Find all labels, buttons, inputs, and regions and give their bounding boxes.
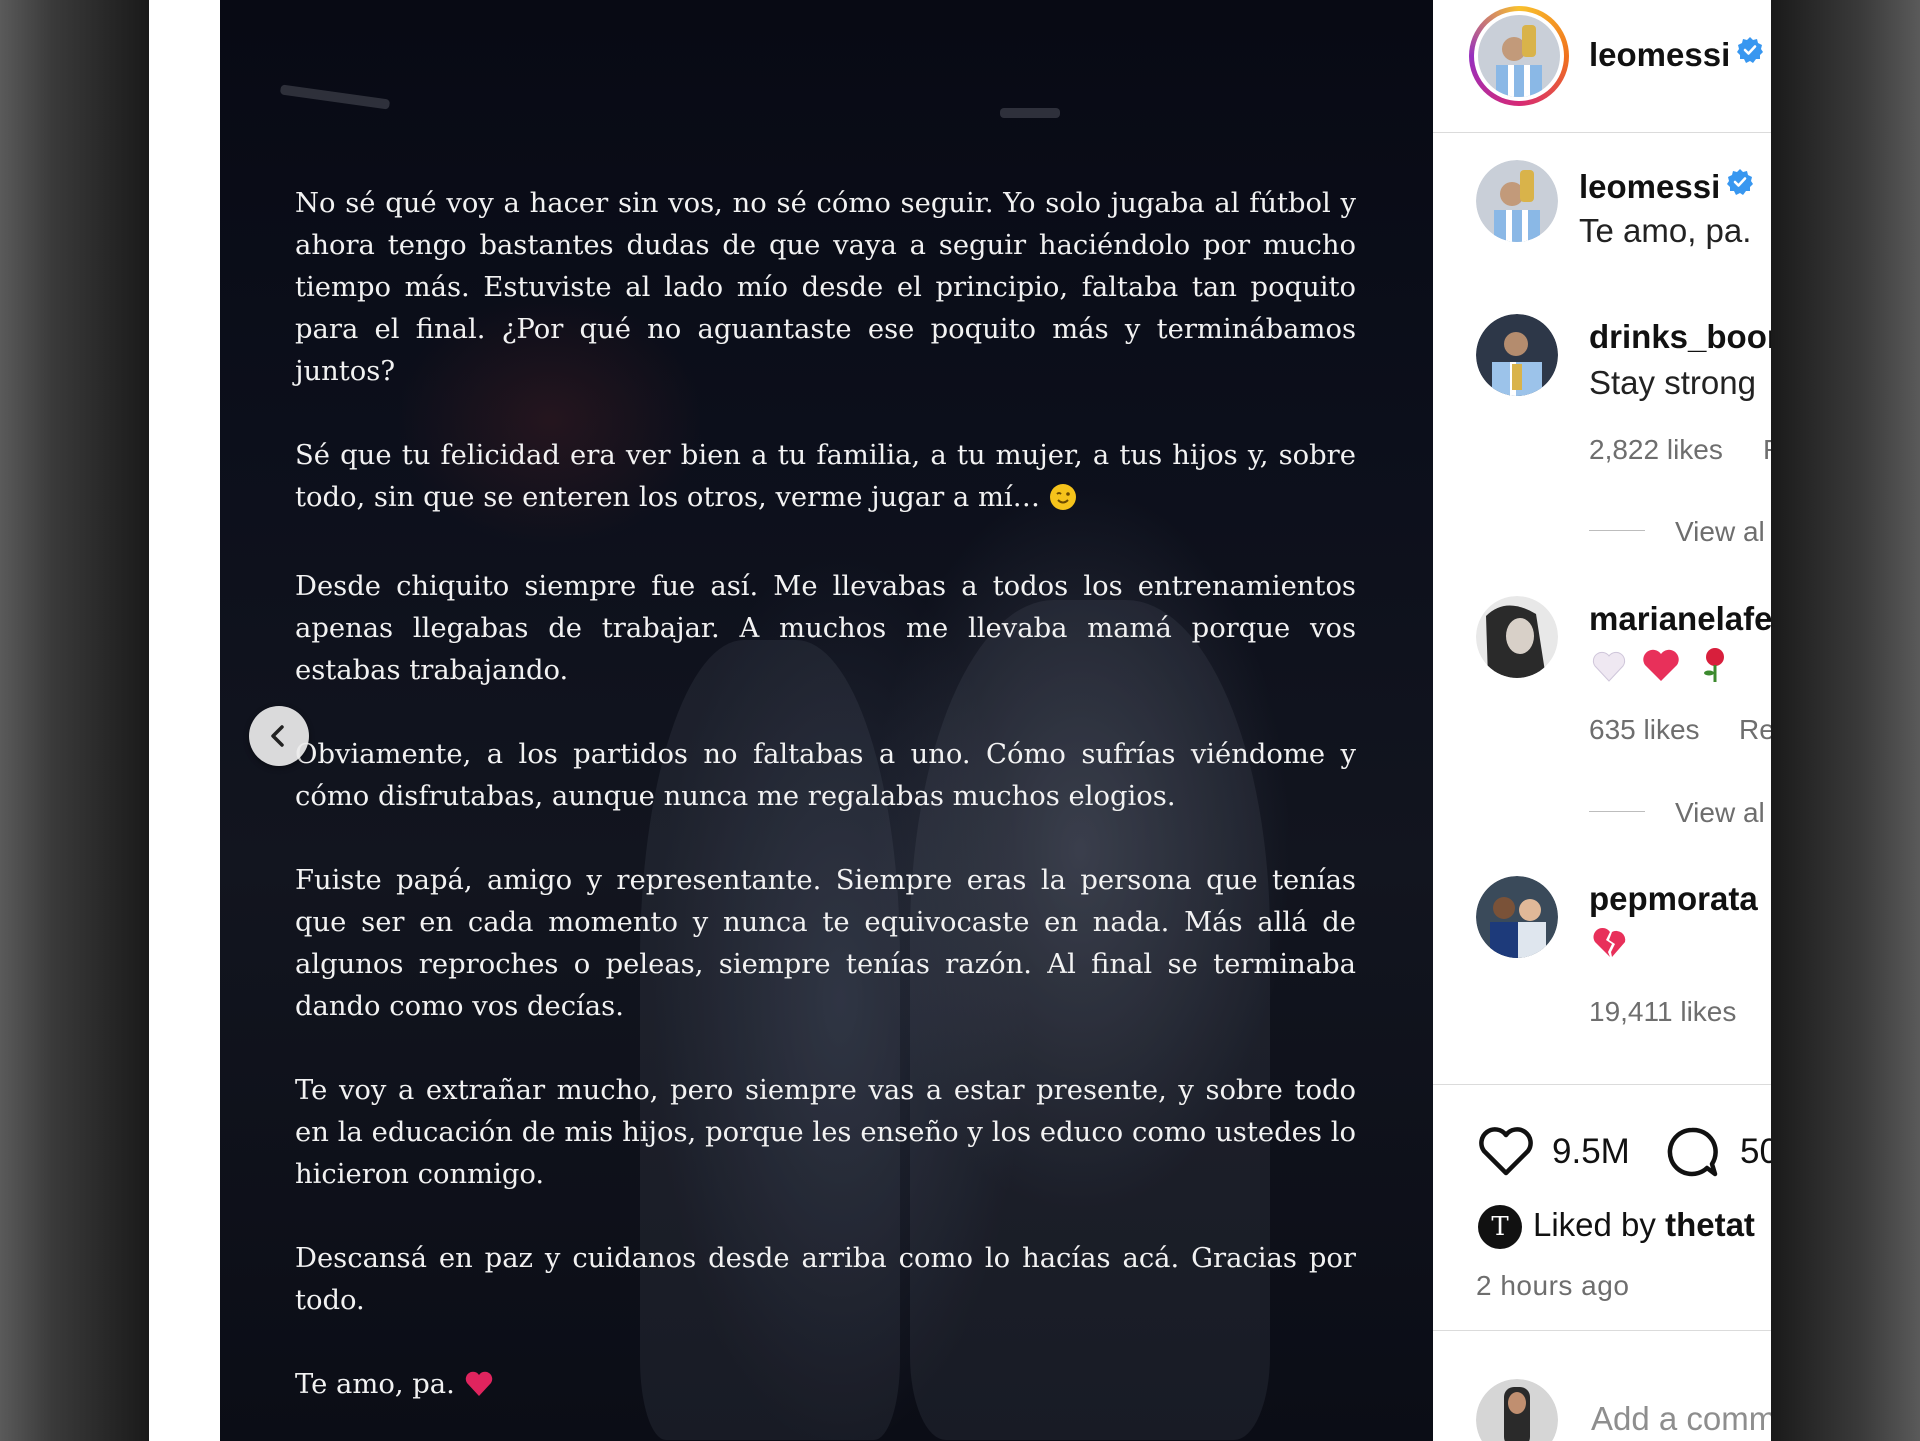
previous-slide-button[interactable] [249,706,309,766]
comment-likes[interactable]: 19,411 likes [1589,996,1736,1028]
view-replies-button[interactable]: View al [1675,797,1765,829]
left-gutter [149,0,220,1441]
comments-divider [1433,1084,1771,1085]
verified-badge-icon [1726,166,1754,204]
red-heart-icon [1643,649,1680,681]
post-paragraph-text: Te amo, pa. [295,1369,455,1400]
story-ring[interactable] [1469,6,1569,106]
liked-by-text: Liked by thetat [1533,1206,1755,1244]
post-text-overlay: No sé qué voy a hacer sin vos, no sé cóm… [295,183,1356,1411]
right-backdrop [1771,0,1920,1441]
ceiling-light [1000,108,1060,118]
post-paragraph: No sé qué voy a hacer sin vos, no sé cóm… [295,188,1356,387]
comment-username[interactable]: pepmorata [1589,880,1758,918]
comment-count[interactable]: 50 [1740,1132,1771,1172]
view-replies-button[interactable]: View al [1675,516,1765,548]
heart-emoji [464,1369,494,1411]
username-text[interactable]: leomessi [1589,36,1730,73]
username-text[interactable]: leomessi [1579,168,1720,205]
liked-by-prefix: Liked by [1533,1206,1666,1243]
comment-emojis [1591,926,1629,965]
caption-avatar[interactable] [1476,160,1558,242]
view-replies-line [1589,530,1645,531]
post-header: leomessi [1433,0,1771,133]
comment-username[interactable]: marianelafe [1589,600,1771,638]
caption-username[interactable]: leomessi [1579,166,1754,206]
comment-likes[interactable]: 635 likes [1589,714,1700,746]
header-username[interactable]: leomessi [1589,34,1764,74]
threads-logo-icon: T [1491,1212,1509,1242]
comment-avatar[interactable] [1476,876,1558,958]
post-paragraph: Sé que tu felicidad era ver bien a tu fa… [295,435,1356,524]
post-paragraph-text: Sé que tu felicidad era ver bien a tu fa… [295,440,1356,513]
avatar [1478,15,1560,97]
post-paragraph: Fuiste papá, amigo y representante. Siem… [295,865,1356,1022]
liked-by-user[interactable]: thetat [1665,1206,1755,1243]
caption-text: Te amo, pa. [1579,212,1752,249]
comment-emojis [1591,646,1730,689]
broken-heart-icon [1593,927,1626,957]
rose-icon [1703,648,1724,682]
wink-emoji [1049,482,1077,524]
post-paragraph: Desde chiquito siempre fue así. Me lleva… [295,571,1356,686]
post-paragraph: Descansá en paz y cuidanos desde arriba … [295,1243,1356,1316]
add-comment-input[interactable]: Add a comm [1591,1400,1771,1438]
post-image[interactable]: No sé qué voy a hacer sin vos, no sé cóm… [220,0,1433,1441]
post-paragraph: Te voy a extrañar mucho, pero siempre va… [295,1075,1356,1190]
comment-likes[interactable]: 2,822 likes [1589,434,1723,466]
verified-badge-icon [1736,34,1764,72]
comment-text: Stay strong [1589,364,1756,401]
post-paragraph: Obviamente, a los partidos no faltabas a… [295,739,1356,812]
comment-username[interactable]: drinks_boor [1589,318,1771,356]
post-details-panel: leomessi leomessi Te amo, pa. drinks_boo… [1433,0,1771,1441]
current-user-avatar[interactable] [1476,1379,1558,1441]
white-heart-icon [1592,651,1626,682]
actions-divider [1433,1330,1771,1331]
liked-by-avatar[interactable]: T [1478,1205,1522,1249]
comment-avatar[interactable] [1476,314,1558,396]
post-paragraph: Te amo, pa. [295,1364,1356,1411]
comment-avatar[interactable] [1476,596,1558,678]
ceiling-light [279,84,391,110]
chevron-left-icon [271,725,284,747]
view-replies-line [1589,811,1645,812]
post-time[interactable]: 2 hours ago [1476,1270,1629,1302]
like-heart-icon[interactable] [1477,1124,1535,1178]
like-count[interactable]: 9.5M [1552,1132,1630,1172]
left-backdrop [0,0,149,1441]
reply-button[interactable]: Re [1739,714,1771,746]
comment-bubble-icon[interactable] [1663,1124,1721,1180]
reply-button[interactable]: R [1763,434,1771,466]
